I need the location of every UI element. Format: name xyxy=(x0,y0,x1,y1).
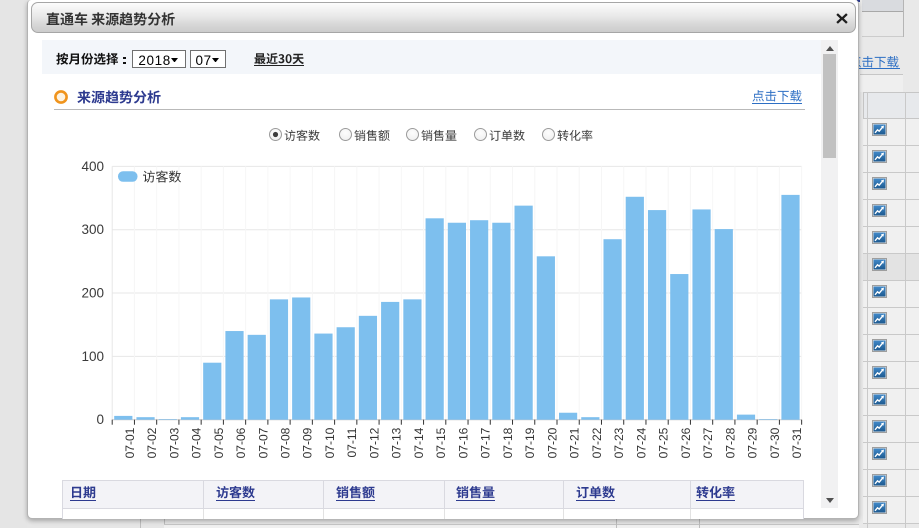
svg-text:07-27: 07-27 xyxy=(701,427,715,458)
svg-text:07-28: 07-28 xyxy=(723,427,737,458)
svg-text:100: 100 xyxy=(81,349,104,364)
svg-text:07-10: 07-10 xyxy=(323,427,337,458)
svg-text:0: 0 xyxy=(96,412,104,427)
svg-text:300: 300 xyxy=(81,222,104,237)
svg-text:07-04: 07-04 xyxy=(190,427,204,458)
svg-text:07-18: 07-18 xyxy=(501,427,515,458)
svg-text:07-14: 07-14 xyxy=(412,427,426,458)
svg-text:07-23: 07-23 xyxy=(612,427,626,458)
svg-text:07-03: 07-03 xyxy=(167,427,181,458)
svg-text:07-05: 07-05 xyxy=(212,427,226,458)
svg-text:07-31: 07-31 xyxy=(790,427,804,458)
svg-text:07-06: 07-06 xyxy=(234,427,248,458)
svg-text:07-07: 07-07 xyxy=(256,427,270,458)
svg-text:07-08: 07-08 xyxy=(279,427,293,458)
svg-text:07-01: 07-01 xyxy=(123,427,137,458)
svg-text:400: 400 xyxy=(81,159,104,174)
svg-text:07-25: 07-25 xyxy=(657,427,671,458)
svg-text:07-09: 07-09 xyxy=(301,427,315,458)
svg-text:07-13: 07-13 xyxy=(390,427,404,458)
svg-text:07-19: 07-19 xyxy=(523,427,537,458)
svg-text:07-02: 07-02 xyxy=(145,427,159,458)
svg-text:07-17: 07-17 xyxy=(479,427,493,458)
svg-text:07-11: 07-11 xyxy=(345,427,359,457)
svg-text:07-30: 07-30 xyxy=(768,427,782,458)
svg-text:07-26: 07-26 xyxy=(679,427,693,458)
svg-text:07-15: 07-15 xyxy=(434,427,448,458)
svg-text:07-16: 07-16 xyxy=(456,427,470,458)
svg-text:07-22: 07-22 xyxy=(590,427,604,458)
svg-text:200: 200 xyxy=(81,286,104,301)
svg-text:07-12: 07-12 xyxy=(368,427,382,458)
svg-text:07-21: 07-21 xyxy=(568,427,582,458)
svg-text:07-24: 07-24 xyxy=(634,427,648,458)
svg-text:07-20: 07-20 xyxy=(545,427,559,458)
svg-text:07-29: 07-29 xyxy=(746,427,760,458)
